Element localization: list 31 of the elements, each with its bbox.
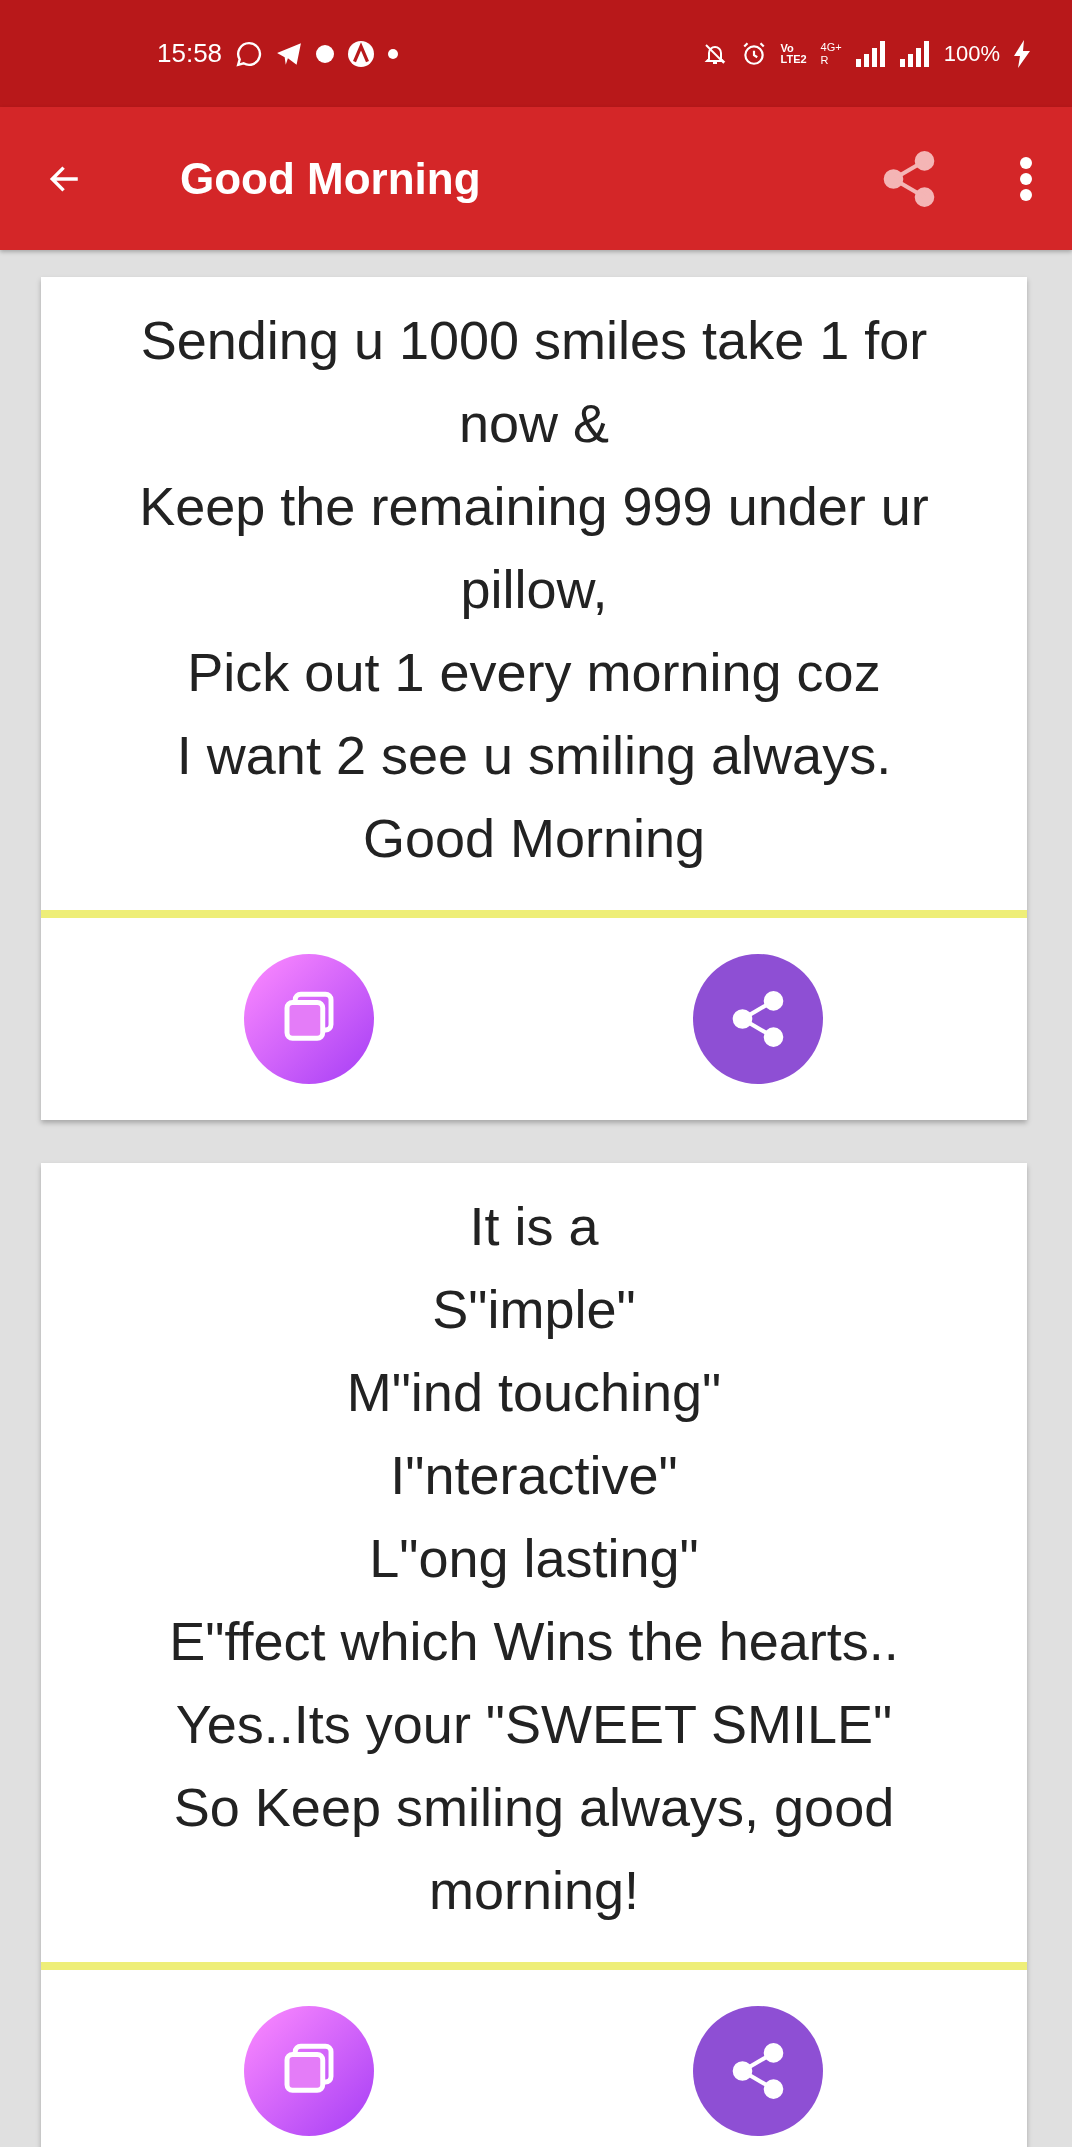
- paper-plane-icon: [276, 41, 303, 66]
- message-text: Yes..Its your "SWEET SMILE": [175, 1693, 893, 1756]
- message-text: Pick out 1 every morning coz: [187, 641, 881, 704]
- signal-icon: [899, 40, 930, 67]
- battery-percent: 100%: [943, 40, 1000, 67]
- chat-bubble-icon: [236, 40, 263, 67]
- status-time: 15:58: [157, 38, 223, 69]
- app-bar-title: Good Morning: [180, 153, 482, 204]
- message-text: S"imple": [432, 1278, 636, 1341]
- message-text: M"ind touching": [346, 1361, 722, 1424]
- message-text: pillow,: [460, 558, 608, 621]
- muted-bell-icon: [702, 41, 727, 66]
- message-text: It is a: [469, 1195, 599, 1258]
- message-text: morning!: [428, 1859, 640, 1922]
- more-options-icon: [1018, 156, 1034, 201]
- message-text: L"ong lasting": [369, 1527, 699, 1590]
- app-circle-icon: [316, 44, 335, 63]
- message-text: E"ffect which Wins the hearts..: [169, 1610, 899, 1673]
- message-text: So Keep smiling always, good: [173, 1776, 895, 1839]
- charging-bolt-icon: [1014, 39, 1030, 68]
- network-type: 4G+ R: [820, 41, 842, 66]
- volte-indicator: Vo LTE2: [780, 42, 807, 65]
- dot-icon: [388, 48, 399, 59]
- message-text: now &: [458, 392, 610, 455]
- message-text: Sending u 1000 smiles take 1 for: [140, 309, 928, 372]
- message-text: I want 2 see u smiling always.: [176, 724, 892, 787]
- signal-icon: [855, 40, 886, 67]
- message-text: Keep the remaining 999 under ur: [139, 475, 929, 538]
- message-text: Good Morning: [362, 807, 706, 870]
- letter-a-circle-icon: [348, 40, 375, 67]
- message-text: I"nteractive": [390, 1444, 678, 1507]
